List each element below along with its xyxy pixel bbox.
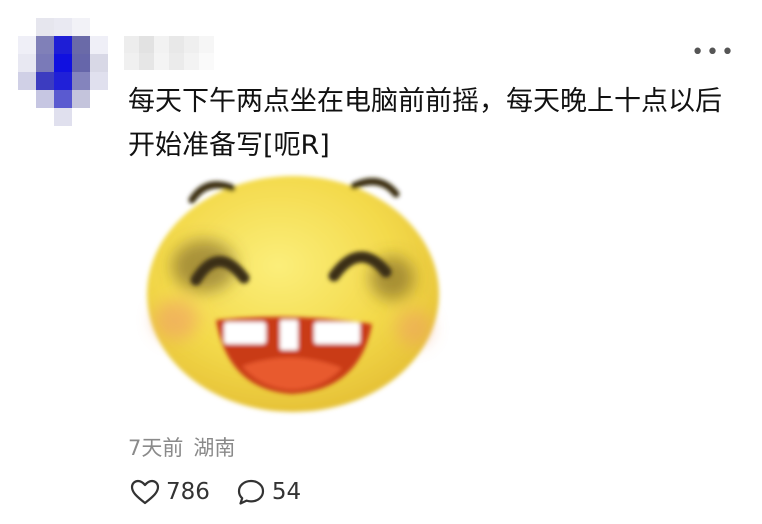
avatar-pixel [18,54,36,72]
avatar-pixel [90,18,108,36]
username[interactable] [124,36,214,70]
avatar-pixel [18,18,36,36]
comment-meta: 7天前 湖南 [128,432,235,462]
avatar-pixel [90,90,108,108]
heart-icon [130,479,160,505]
laughing-emoji-sticker[interactable] [134,160,452,418]
avatar-pixel [36,90,54,108]
username-pixel [124,36,139,53]
avatar[interactable] [18,18,108,126]
avatar-pixel [54,90,72,108]
avatar-pixel [90,36,108,54]
username-pixel [169,36,184,53]
avatar-pixel [90,108,108,126]
avatar-pixel [36,36,54,54]
avatar-pixel [72,36,90,54]
sticker-image [147,176,439,412]
avatar-pixel [54,18,72,36]
comment-time: 7天前 [128,436,184,460]
avatar-pixel [90,72,108,90]
avatar-pixel [36,54,54,72]
avatar-pixel [36,72,54,90]
avatar-pixel [36,108,54,126]
reply-button[interactable]: 54 [236,478,301,506]
avatar-pixel [72,108,90,126]
comment-text: 每天下午两点坐在电脑前前摇，每天晚上十点以后开始准备写[呃R] [128,86,722,161]
avatar-pixel [72,54,90,72]
username-pixel [199,36,214,53]
avatar-pixel [18,36,36,54]
username-pixel [139,36,154,53]
comment-actions: 786 54 [130,478,301,506]
avatar-pixel [18,90,36,108]
avatar-pixel [54,54,72,72]
reply-count: 54 [271,479,302,505]
username-pixel [124,53,139,70]
avatar-pixel [18,108,36,126]
like-count: 786 [166,479,210,505]
more-options-icon[interactable]: ••• [691,42,736,64]
avatar-pixel [54,36,72,54]
avatar-pixel [36,18,54,36]
username-pixel [154,36,169,53]
avatar-pixel [90,54,108,72]
username-pixel [169,53,184,70]
comment-location: 湖南 [193,436,236,460]
avatar-pixel [18,72,36,90]
username-pixel [154,53,169,70]
avatar-pixel [72,90,90,108]
like-button[interactable]: 786 [130,479,210,505]
username-pixel [199,53,214,70]
avatar-pixel [54,108,72,126]
avatar-pixel [72,72,90,90]
username-pixel [184,36,199,53]
username-pixel [139,53,154,70]
avatar-pixel [54,72,72,90]
username-pixel [184,53,199,70]
avatar-pixel [72,18,90,36]
comment-bubble-icon [237,479,265,505]
